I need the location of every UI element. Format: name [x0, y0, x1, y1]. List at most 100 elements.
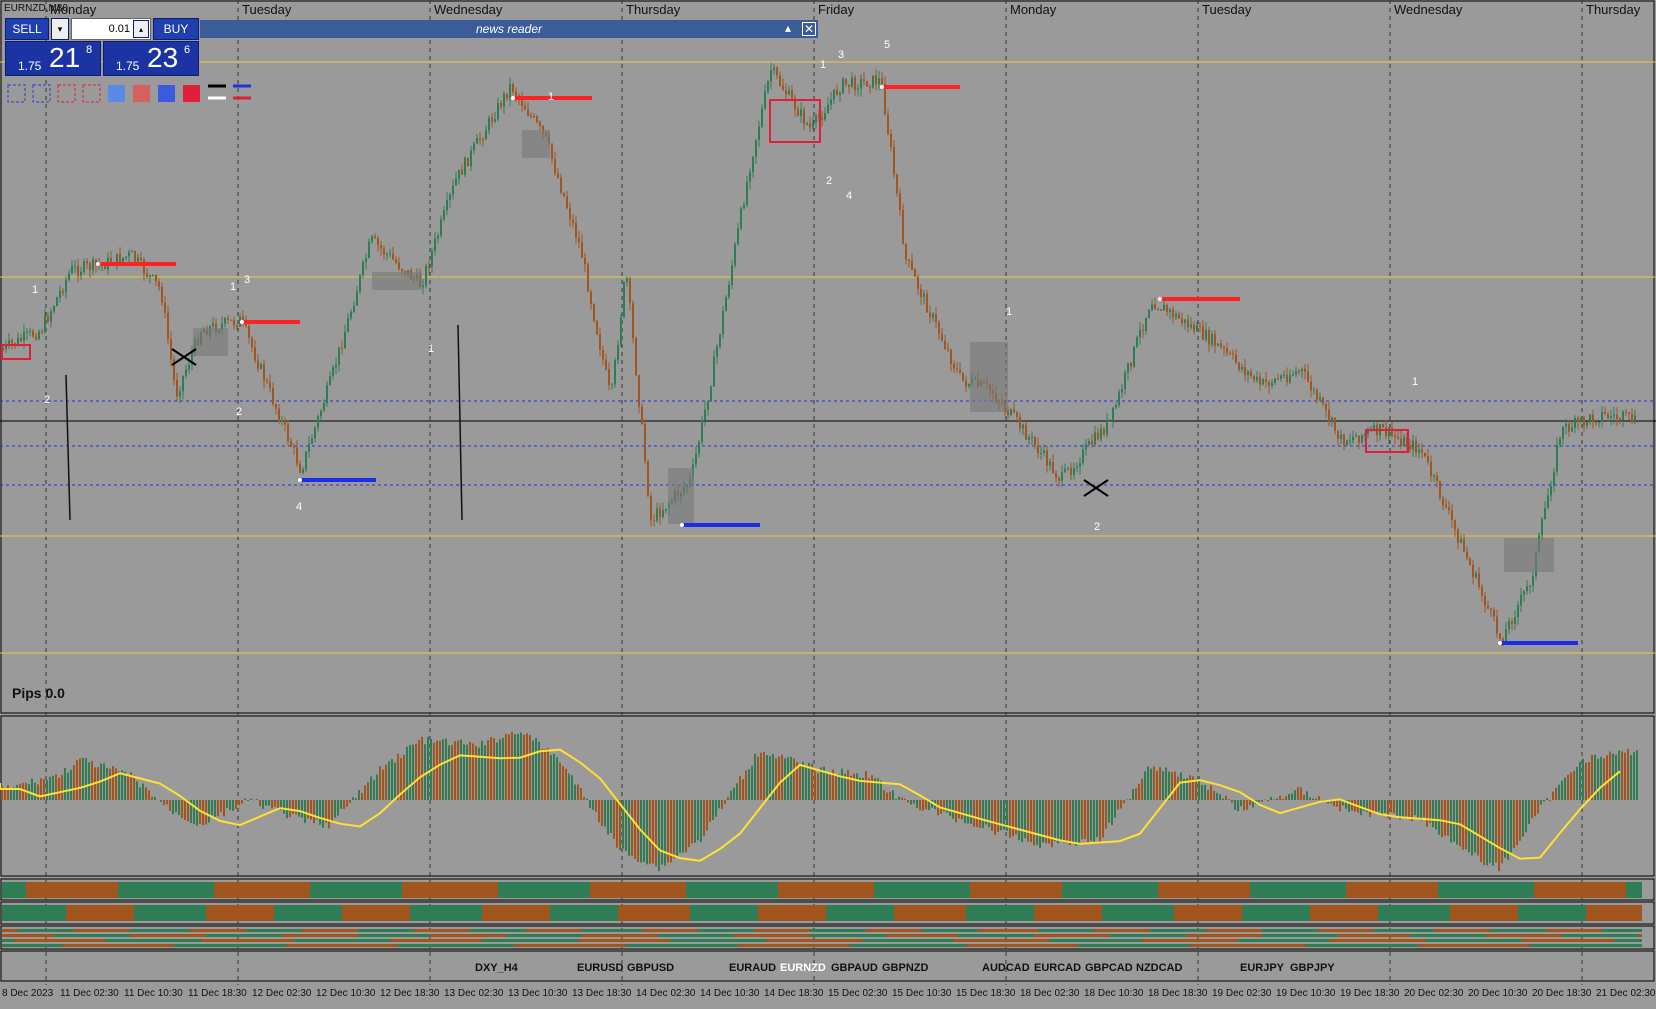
strength-cell: [78, 934, 82, 937]
symbol-button-eurcad[interactable]: EURCAD: [1034, 962, 1081, 974]
strength-cell: [1254, 882, 1258, 898]
strength-cell: [2, 929, 6, 932]
candle-body: [434, 238, 436, 251]
strength-cell: [450, 929, 454, 932]
symbol-button-dxy_h4[interactable]: DXY_H4: [475, 962, 518, 974]
strength-cell: [990, 934, 994, 937]
strength-cell: [534, 934, 538, 937]
strength-cell: [1458, 905, 1462, 921]
strength-cell: [1426, 905, 1430, 921]
strength-cell: [1226, 905, 1230, 921]
strength-cell: [274, 939, 278, 942]
candle-body: [71, 266, 73, 274]
strength-cell: [170, 905, 174, 921]
sell-button[interactable]: SELL: [5, 18, 49, 40]
strength-cell: [502, 939, 506, 942]
strength-cell: [10, 905, 14, 921]
candle-body: [1550, 485, 1552, 496]
strength-cell: [1422, 905, 1426, 921]
strength-cell: [1286, 934, 1290, 937]
symbol-button-euraud[interactable]: EURAUD: [729, 962, 776, 974]
strength-cell: [1402, 905, 1406, 921]
lot-stepper-up[interactable]: ▴: [133, 20, 149, 38]
strength-cell: [1338, 929, 1342, 932]
strength-cell: [766, 934, 770, 937]
candle-body: [1061, 472, 1063, 481]
symbol-button-eurusd[interactable]: EURUSD: [577, 962, 623, 974]
strength-cell: [974, 905, 978, 921]
strength-cell: [1374, 882, 1378, 898]
strength-cell: [566, 939, 570, 942]
strength-cell: [894, 882, 898, 898]
strength-cell: [910, 905, 914, 921]
lot-dropdown-button[interactable]: ▾: [51, 18, 69, 40]
strength-cell: [986, 944, 990, 947]
symbol-button-nzdcad[interactable]: NZDCAD: [1136, 962, 1182, 974]
strength-cell: [898, 939, 902, 942]
strength-cell: [746, 929, 750, 932]
strength-cell: [858, 882, 862, 898]
strength-cell: [78, 939, 82, 942]
strength-cell: [1014, 934, 1018, 937]
strength-cell: [226, 929, 230, 932]
strength-cell: [1594, 905, 1598, 921]
strength-cell: [394, 929, 398, 932]
sell-price-box[interactable]: 1.75 21 8: [5, 41, 101, 76]
strength-cell: [1330, 944, 1334, 947]
strength-cell: [1122, 944, 1126, 947]
candle-body: [212, 323, 214, 327]
strength-cell: [1486, 934, 1490, 937]
chart-canvas[interactable]: 1213241113524121: [0, 0, 1656, 1009]
strength-cell: [1098, 929, 1102, 932]
strength-cell: [1566, 929, 1570, 932]
strength-cell: [262, 944, 266, 947]
strength-cell: [1114, 882, 1118, 898]
strength-cell: [1082, 929, 1086, 932]
strength-cell: [782, 944, 786, 947]
strength-cell: [1478, 944, 1482, 947]
symbol-button-eurnzd[interactable]: EURNZD: [780, 962, 826, 974]
strength-cell: [990, 939, 994, 942]
candle-body: [344, 331, 346, 349]
strength-cell: [590, 905, 594, 921]
strength-cell: [418, 944, 422, 947]
close-icon[interactable]: ✕: [802, 22, 816, 36]
strength-cell: [766, 929, 770, 932]
strength-cell: [906, 929, 910, 932]
symbol-button-gbpcad[interactable]: GBPCAD: [1085, 962, 1133, 974]
collapse-icon[interactable]: ▴: [780, 20, 796, 36]
strength-cell: [1558, 882, 1562, 898]
candle-body: [527, 109, 529, 116]
symbol-button-gbpusd[interactable]: GBPUSD: [627, 962, 674, 974]
strength-cell: [458, 882, 462, 898]
symbol-button-gbpnzd[interactable]: GBPNZD: [882, 962, 928, 974]
symbol-button-eurjpy[interactable]: EURJPY: [1240, 962, 1284, 974]
symbol-button-gbpjpy[interactable]: GBPJPY: [1290, 962, 1335, 974]
strength-cell: [434, 939, 438, 942]
strength-cell: [426, 882, 430, 898]
strength-cell: [1302, 944, 1306, 947]
strength-cell: [102, 882, 106, 898]
strength-cell: [1046, 929, 1050, 932]
buy-price-box[interactable]: 1.75 23 6: [103, 41, 199, 76]
strength-cell: [158, 944, 162, 947]
news-reader-bar[interactable]: news reader ▴ ✕: [200, 20, 818, 38]
strength-cell: [354, 944, 358, 947]
strength-cell: [946, 944, 950, 947]
strength-cell: [490, 939, 494, 942]
strength-cell: [1362, 934, 1366, 937]
buy-button[interactable]: BUY: [153, 18, 199, 40]
candle-body: [1418, 449, 1420, 453]
strength-cell: [1378, 905, 1382, 921]
strength-cell: [670, 934, 674, 937]
strength-cell: [30, 944, 34, 947]
symbol-button-audcad[interactable]: AUDCAD: [982, 962, 1030, 974]
strength-cell: [62, 905, 66, 921]
strength-cell: [1270, 882, 1274, 898]
strength-cell: [1178, 882, 1182, 898]
strength-cell: [406, 905, 410, 921]
strength-cell: [1066, 939, 1070, 942]
symbol-button-gbpaud[interactable]: GBPAUD: [831, 962, 878, 974]
strength-cell: [746, 944, 750, 947]
strength-cell: [242, 929, 246, 932]
